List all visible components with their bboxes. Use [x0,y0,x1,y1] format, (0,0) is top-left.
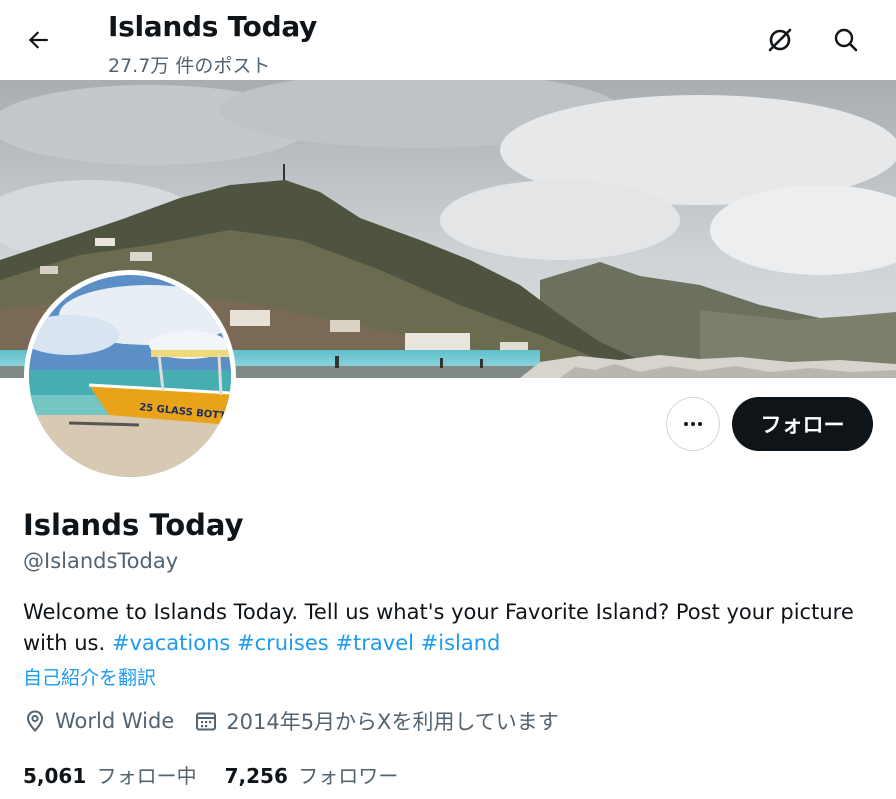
arrow-left-icon [28,31,48,49]
search-button[interactable] [826,20,866,60]
translate-bio-link[interactable]: 自己紹介を翻訳 [23,663,156,690]
hashtag-link[interactable]: #cruises [237,631,329,655]
hashtag-link[interactable]: #travel [335,631,414,655]
profile-meta: World Wide 2014年5月からXを利用しています [23,706,579,736]
hashtag-link[interactable]: #island [421,631,501,655]
location-text: World Wide [55,709,175,733]
followers-count: 7,256 [224,764,288,788]
grok-icon [768,28,792,52]
profile-bio: Welcome to Islands Today. Tell us what's… [23,597,873,659]
calendar-icon [196,712,217,731]
post-count: 27.7万 件のポスト [108,55,271,77]
follow-button[interactable]: フォロー [732,397,873,451]
avatar-image: 25 GLASS BOTTO [29,275,231,477]
followers-label: フォロワー [298,764,399,788]
more-options-button[interactable] [666,397,720,451]
search-icon [834,28,858,52]
hashtag-link[interactable]: #vacations [112,631,230,655]
top-bar: Islands Today 27.7万 件のポスト [0,0,896,80]
joined-text: 2014年5月からXを利用しています [226,710,559,734]
following-label: フォロー中 [96,764,197,788]
more-icon [684,422,702,426]
profile-page: Islands Today 27.7万 件のポスト 25 GLASS BOTTO… [0,0,896,799]
location-item: World Wide [23,709,174,733]
header-title: Islands Today [108,10,318,43]
location-icon [26,710,44,732]
following-link[interactable]: 5,061 フォロー中 [23,760,197,789]
grok-button[interactable] [760,20,800,60]
back-button[interactable] [18,22,58,58]
follow-stats: 5,061 フォロー中 7,256 フォロワー [23,760,426,789]
followers-link[interactable]: 7,256 フォロワー [225,760,399,789]
profile-handle: @IslandsToday [23,549,179,573]
profile-name: Islands Today [23,508,244,542]
joined-item: 2014年5月からXを利用しています [194,706,559,736]
following-count: 5,061 [23,764,87,788]
avatar[interactable]: 25 GLASS BOTTO [24,270,236,482]
